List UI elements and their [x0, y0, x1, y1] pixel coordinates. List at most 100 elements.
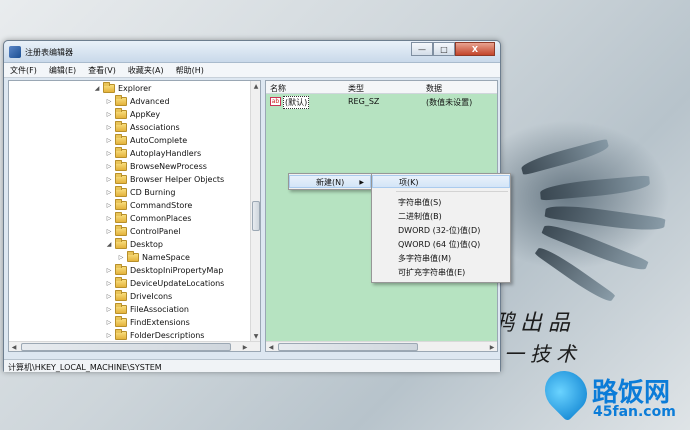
tree-node[interactable]: ▷ CD Burning: [105, 186, 175, 199]
new-submenu: 项(K) 字符串值(S) 二进制值(B) DWORD (32-位)值(D) QWORD…: [371, 173, 511, 283]
submenu-arrow-icon: ▶: [359, 179, 364, 186]
expand-triangle-icon[interactable]: ▷: [105, 111, 113, 118]
tree-node[interactable]: ▷ Advanced: [105, 95, 170, 108]
expand-triangle-icon[interactable]: ▷: [105, 163, 113, 170]
tree-node-label: NameSpace: [142, 253, 190, 262]
submenu-item[interactable]: 二进制值(B): [372, 210, 510, 223]
expand-triangle-icon[interactable]: ▷: [105, 176, 113, 183]
submenu-item[interactable]: 字符串值(S): [372, 196, 510, 209]
folder-icon: [115, 199, 127, 210]
tree-node[interactable]: ▷ FindExtensions: [105, 316, 190, 329]
tree-horizontal-scrollbar[interactable]: ◀ ▶: [9, 341, 260, 351]
tree-vertical-scrollbar[interactable]: ▲ ▼: [250, 81, 260, 351]
registry-tree-pane[interactable]: ◢ Explorer ▷ Advanced ▷ AppKey ▷ Associations…: [8, 80, 261, 352]
folder-icon: [115, 134, 127, 145]
tree-node[interactable]: ▷ AutoplayHandlers: [105, 147, 201, 160]
values-horizontal-scrollbar[interactable]: ◀ ▶: [266, 341, 497, 351]
expand-triangle-icon[interactable]: ▷: [105, 332, 113, 339]
folder-icon: [115, 290, 127, 301]
tree-node[interactable]: ▷ AutoComplete: [105, 134, 187, 147]
maximize-button[interactable]: □: [433, 42, 455, 56]
status-bar: 计算机\HKEY_LOCAL_MACHINE\SYSTEM: [4, 359, 500, 372]
tree-node[interactable]: ▷ DesktopIniPropertyMap: [105, 264, 223, 277]
menu-file[interactable]: 文件(F): [4, 63, 43, 77]
folder-icon: [115, 147, 127, 158]
scroll-down-arrow-icon[interactable]: ▼: [251, 331, 260, 341]
tree-node-label: CD Burning: [130, 188, 176, 197]
scroll-right-arrow-icon[interactable]: ▶: [487, 342, 497, 351]
expand-triangle-icon[interactable]: ▷: [105, 150, 113, 157]
tree-node-label: AppKey: [130, 110, 161, 119]
tree-node-label: Browser Helper Objects: [130, 175, 225, 184]
scroll-left-arrow-icon[interactable]: ◀: [266, 342, 276, 351]
context-menu-new-label: 新建(N): [316, 178, 345, 187]
expand-triangle-icon[interactable]: ▷: [105, 202, 113, 209]
value-row-default[interactable]: ab (默认) REG_SZ (数值未设置): [266, 95, 497, 109]
scroll-right-arrow-icon[interactable]: ▶: [240, 342, 250, 351]
values-horizontal-scroll-thumb[interactable]: [278, 343, 418, 351]
column-header-type[interactable]: 类型: [348, 83, 364, 94]
tree-node[interactable]: ◢ Desktop: [105, 238, 163, 251]
expand-triangle-icon[interactable]: ▷: [105, 189, 113, 196]
folder-icon: [103, 82, 115, 93]
tree-node[interactable]: ▷ Associations: [105, 121, 180, 134]
menu-edit[interactable]: 编辑(E): [43, 63, 82, 77]
expand-triangle-icon[interactable]: ▷: [105, 228, 113, 235]
expand-triangle-icon[interactable]: ▷: [105, 319, 113, 326]
folder-icon: [115, 225, 127, 236]
folder-icon: [115, 303, 127, 314]
tree-node-label: CommonPlaces: [130, 214, 192, 223]
tree-node[interactable]: ▷ BrowseNewProcess: [105, 160, 207, 173]
tree-node-label: DeviceUpdateLocations: [130, 279, 225, 288]
minimize-button[interactable]: —: [411, 42, 433, 56]
tree-node[interactable]: ▷ NameSpace: [117, 251, 190, 264]
tree-node-label: FolderDescriptions: [130, 331, 205, 340]
scroll-up-arrow-icon[interactable]: ▲: [251, 81, 260, 91]
expand-triangle-icon[interactable]: ▷: [105, 293, 113, 300]
expand-triangle-icon[interactable]: ▷: [105, 124, 113, 131]
submenu-item[interactable]: 可扩充字符串值(E): [372, 266, 510, 279]
expand-triangle-icon[interactable]: ▷: [105, 267, 113, 274]
menu-favorites[interactable]: 收藏夹(A): [122, 63, 170, 77]
tree-node-label: Associations: [130, 123, 180, 132]
menu-view[interactable]: 查看(V): [82, 63, 122, 77]
tree-node[interactable]: ▷ AppKey: [105, 108, 160, 121]
close-button[interactable]: X: [455, 42, 495, 56]
tree-node[interactable]: ▷ CommonPlaces: [105, 212, 191, 225]
column-header-data[interactable]: 数据: [426, 83, 442, 94]
menu-help[interactable]: 帮助(H): [170, 63, 210, 77]
expand-triangle-icon[interactable]: ▷: [105, 98, 113, 105]
tree-node-label: DriveIcons: [130, 292, 173, 301]
tree-node[interactable]: ▷ DriveIcons: [105, 290, 172, 303]
folder-icon: [115, 160, 127, 171]
submenu-item[interactable]: 多字符串值(M): [372, 252, 510, 265]
expand-triangle-icon[interactable]: ▷: [117, 254, 125, 261]
collapse-triangle-icon[interactable]: ◢: [105, 241, 113, 248]
tree-node[interactable]: ▷ CommandStore: [105, 199, 192, 212]
submenu-item[interactable]: QWORD (64 位)值(Q): [372, 238, 510, 251]
tree-node[interactable]: ▷ ControlPanel: [105, 225, 181, 238]
tree-node-label: FindExtensions: [130, 318, 190, 327]
tree-node[interactable]: ▷ Browser Helper Objects: [105, 173, 224, 186]
tree-node-explorer[interactable]: ◢ Explorer: [93, 82, 151, 95]
folder-icon: [115, 238, 127, 249]
expand-triangle-icon[interactable]: ▷: [105, 280, 113, 287]
title-bar[interactable]: 注册表编辑器 — □ X: [4, 41, 500, 63]
column-header-name[interactable]: 名称: [270, 83, 286, 94]
tree-horizontal-scroll-thumb[interactable]: [21, 343, 231, 351]
expand-triangle-icon[interactable]: ▷: [105, 215, 113, 222]
tree-vertical-scroll-thumb[interactable]: [252, 201, 260, 231]
folder-icon: [115, 329, 127, 340]
value-name[interactable]: (默认): [283, 96, 310, 109]
folder-icon: [115, 121, 127, 132]
expand-triangle-icon[interactable]: ▷: [105, 137, 113, 144]
submenu-item-key[interactable]: 项(K): [372, 175, 510, 188]
collapse-triangle-icon[interactable]: ◢: [93, 85, 101, 92]
submenu-item[interactable]: DWORD (32-位)值(D): [372, 224, 510, 237]
tree-node[interactable]: ▷ DeviceUpdateLocations: [105, 277, 224, 290]
folder-icon: [115, 212, 127, 223]
tree-node[interactable]: ▷ FileAssociation: [105, 303, 189, 316]
scroll-left-arrow-icon[interactable]: ◀: [9, 342, 19, 351]
expand-triangle-icon[interactable]: ▷: [105, 306, 113, 313]
context-menu-new[interactable]: 新建(N) ▶: [289, 175, 371, 188]
